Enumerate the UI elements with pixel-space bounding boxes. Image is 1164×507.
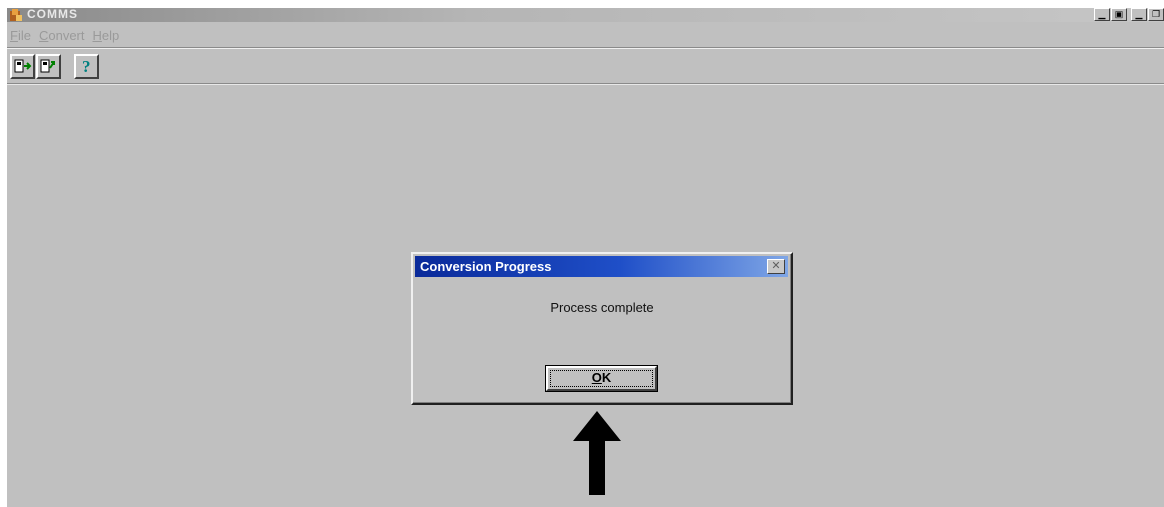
- window-title: COMMS: [27, 8, 78, 21]
- app-icon: [10, 9, 22, 21]
- export-button[interactable]: [36, 53, 61, 79]
- menu-bar: File Convert Help: [7, 25, 1164, 45]
- import-button[interactable]: [10, 53, 35, 79]
- toolbar-separator: [7, 83, 1164, 85]
- application-window: COMMS ▁ ▣ ▁ ❐ File Convert Help ? Conver…: [7, 8, 1164, 507]
- ok-button[interactable]: OK: [545, 365, 658, 392]
- help-icon: ?: [82, 57, 91, 75]
- help-button[interactable]: ?: [74, 53, 99, 79]
- menu-convert[interactable]: Convert: [36, 28, 90, 43]
- close-icon[interactable]: ✕: [767, 259, 785, 274]
- ok-button-label: OK: [591, 370, 612, 385]
- up-arrow-icon: [573, 411, 621, 495]
- menu-separator: [7, 47, 1164, 49]
- minimize-icon[interactable]: ▁: [1094, 8, 1110, 21]
- import-icon: [14, 59, 31, 73]
- dialog-title: Conversion Progress: [420, 259, 552, 274]
- dialog-message: Process complete: [550, 300, 654, 315]
- export-icon: [40, 59, 55, 73]
- maximize-icon[interactable]: ▣: [1111, 8, 1127, 21]
- menu-file[interactable]: File: [7, 28, 36, 43]
- title-bar: COMMS ▁ ▣ ▁ ❐: [7, 8, 1164, 22]
- window-controls: ▁ ▣ ▁ ❐: [1094, 8, 1164, 22]
- child-minimize-icon[interactable]: ▁: [1131, 8, 1147, 21]
- restore-icon[interactable]: ❐: [1148, 8, 1164, 21]
- menu-help[interactable]: Help: [90, 28, 125, 43]
- conversion-progress-dialog: Conversion Progress ✕ Process complete O…: [411, 252, 793, 405]
- dialog-title-bar: Conversion Progress ✕: [415, 256, 788, 277]
- svg-text:?: ?: [82, 57, 91, 75]
- toolbar: ?: [10, 52, 100, 80]
